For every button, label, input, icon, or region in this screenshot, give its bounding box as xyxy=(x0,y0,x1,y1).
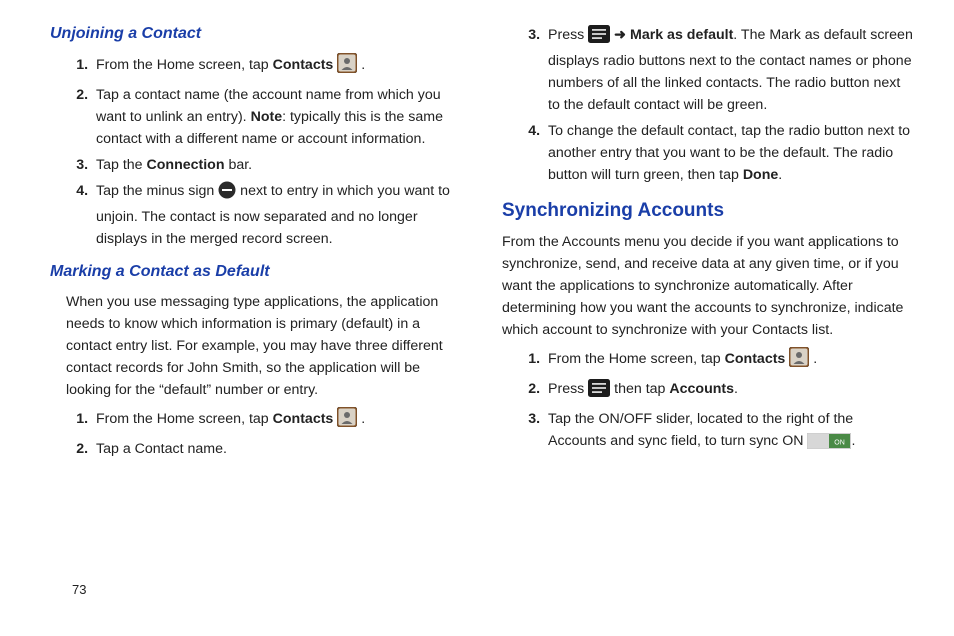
text: From the Home screen, tap xyxy=(96,411,273,427)
sync-step-3: Tap the ON/OFF slider, located to the ri… xyxy=(544,408,914,456)
unjoin-step-2: Tap a contact name (the account name fro… xyxy=(92,84,462,150)
mark-step-2: Tap a Contact name. xyxy=(92,438,462,460)
unjoin-step-3: Tap the Connection bar. xyxy=(92,154,462,176)
text: . xyxy=(851,433,855,449)
contacts-icon xyxy=(789,347,809,374)
unjoin-step-4: Tap the minus sign next to entry in whic… xyxy=(92,180,462,250)
contacts-label: Contacts xyxy=(273,57,334,73)
mark-as-default-label: Mark as default xyxy=(630,27,733,43)
text: bar. xyxy=(225,157,253,173)
toggle-on-icon xyxy=(807,433,851,456)
synchronizing-paragraph: From the Accounts menu you decide if you… xyxy=(502,231,914,341)
note-label: Note xyxy=(251,109,283,125)
text: . xyxy=(809,351,817,367)
right-column: Press ➜ Mark as default. The Mark as def… xyxy=(502,20,914,580)
marking-heading: Marking a Contact as Default xyxy=(50,260,462,285)
marking-paragraph: When you use messaging type applications… xyxy=(50,291,462,401)
menu-icon xyxy=(588,25,610,50)
minus-icon xyxy=(218,181,236,206)
marking-steps-continued: Press ➜ Mark as default. The Mark as def… xyxy=(502,24,914,186)
left-column: Unjoining a Contact From the Home screen… xyxy=(50,20,462,580)
menu-icon xyxy=(588,379,610,404)
contacts-icon xyxy=(337,407,357,434)
mark-step-3: Press ➜ Mark as default. The Mark as def… xyxy=(544,24,914,116)
text: Tap the xyxy=(96,157,146,173)
mark-step-4: To change the default contact, tap the r… xyxy=(544,120,914,186)
contacts-label: Contacts xyxy=(725,351,786,367)
text: . xyxy=(778,167,782,183)
text: . xyxy=(357,57,365,73)
sync-step-2: Press then tap Accounts. xyxy=(544,378,914,404)
text: From the Home screen, tap xyxy=(548,351,725,367)
unjoining-steps: From the Home screen, tap Contacts . Tap… xyxy=(50,53,462,250)
marking-steps: From the Home screen, tap Contacts . Tap… xyxy=(50,407,462,460)
text: Tap the minus sign xyxy=(96,183,218,199)
accounts-label: Accounts xyxy=(669,381,734,397)
contacts-icon xyxy=(337,53,357,80)
text: . xyxy=(734,381,738,397)
synchronizing-heading: Synchronizing Accounts xyxy=(502,196,914,225)
synchronizing-steps: From the Home screen, tap Contacts . Pre… xyxy=(502,347,914,456)
text: To change the default contact, tap the r… xyxy=(548,123,910,183)
text: From the Home screen, tap xyxy=(96,57,273,73)
text: then tap xyxy=(610,381,669,397)
text: Press xyxy=(548,27,588,43)
done-label: Done xyxy=(743,167,778,183)
sync-step-1: From the Home screen, tap Contacts . xyxy=(544,347,914,374)
connection-label: Connection xyxy=(146,157,224,173)
text: . xyxy=(357,411,365,427)
unjoin-step-1: From the Home screen, tap Contacts . xyxy=(92,53,462,80)
contacts-label: Contacts xyxy=(273,411,334,427)
mark-step-1: From the Home screen, tap Contacts . xyxy=(92,407,462,434)
page-number: 73 xyxy=(72,582,86,597)
text: Press xyxy=(548,381,588,397)
unjoining-heading: Unjoining a Contact xyxy=(50,22,462,47)
arrow-icon: ➜ xyxy=(610,27,630,43)
page-content: Unjoining a Contact From the Home screen… xyxy=(0,0,954,580)
